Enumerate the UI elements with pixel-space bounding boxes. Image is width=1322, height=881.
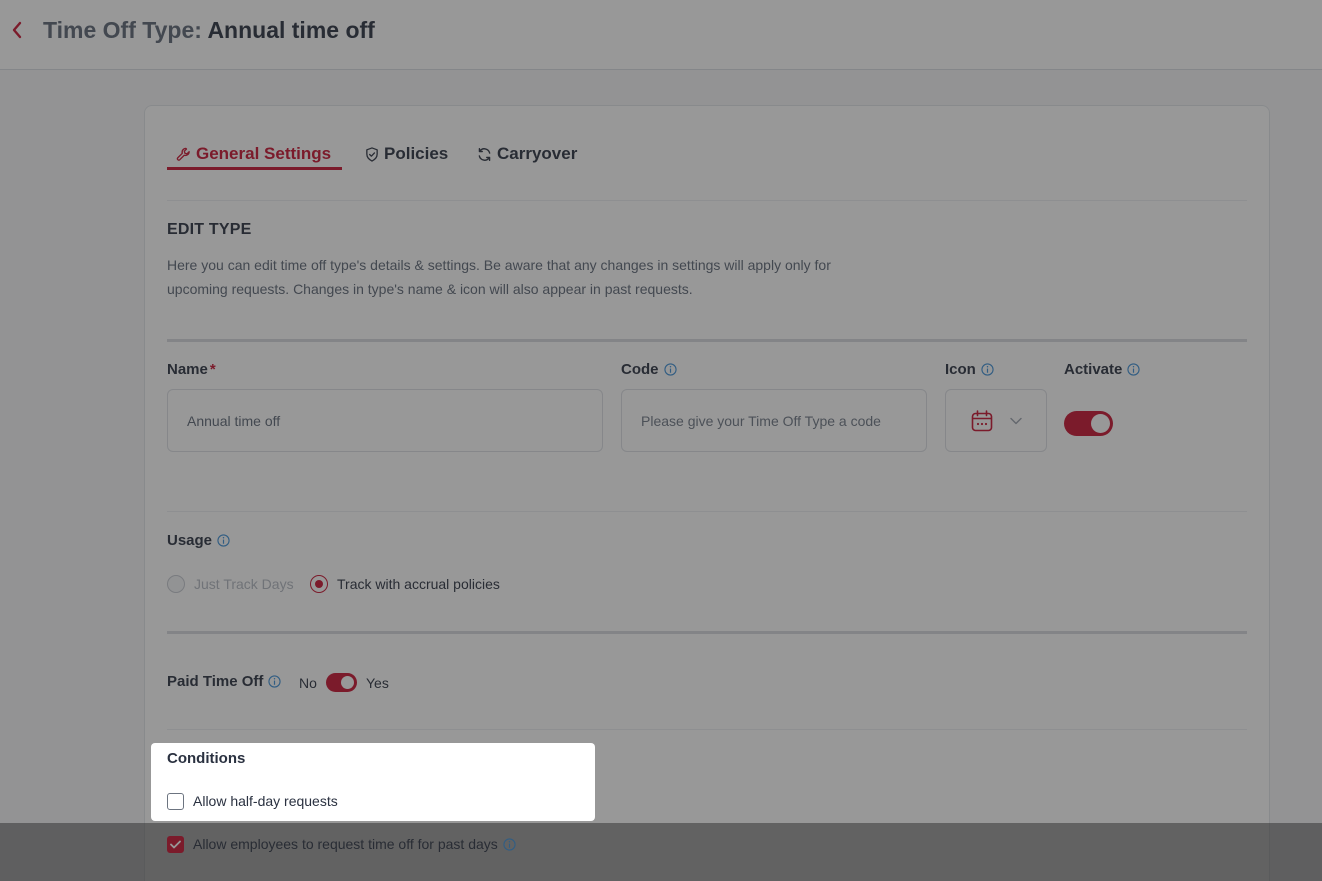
paid-no-label: No xyxy=(299,675,317,691)
toggle-knob xyxy=(341,676,354,689)
name-input-wrapper xyxy=(167,389,603,452)
paid-time-off-label-text: Paid Time Off xyxy=(167,673,264,690)
conditions-title: Conditions xyxy=(167,750,246,767)
tab-policies-label: Policies xyxy=(384,144,449,163)
name-input[interactable] xyxy=(187,412,602,429)
shield-check-icon xyxy=(366,146,378,162)
refresh-icon xyxy=(478,147,491,161)
code-label-text: Code xyxy=(621,361,659,378)
condition-half-day[interactable]: Allow half-day requests xyxy=(167,791,338,811)
activate-toggle[interactable] xyxy=(1064,411,1113,436)
checkbox-label: Allow employees to request time off for … xyxy=(193,836,498,852)
back-button[interactable] xyxy=(8,18,26,42)
icon-select[interactable] xyxy=(945,389,1047,452)
divider xyxy=(167,511,1247,512)
icon-label-text: Icon xyxy=(945,361,976,378)
radio-label: Just Track Days xyxy=(194,576,294,592)
page-header: Time Off Type: Annual time off xyxy=(0,0,1322,70)
page-title-name: Annual time off xyxy=(207,17,375,43)
tab-general-settings[interactable]: General Settings xyxy=(176,138,331,170)
section-divider xyxy=(167,631,1247,634)
radio-label: Track with accrual policies xyxy=(337,576,500,592)
edit-type-title: EDIT TYPE xyxy=(167,221,252,238)
radio-button[interactable] xyxy=(167,575,185,593)
activate-label: Activate xyxy=(1064,361,1140,378)
info-icon[interactable] xyxy=(981,363,994,376)
info-icon[interactable] xyxy=(268,675,282,688)
page-title-prefix: Time Off Type: xyxy=(43,17,202,43)
condition-past-days[interactable]: Allow employees to request time off for … xyxy=(167,834,516,854)
section-divider xyxy=(167,339,1247,342)
checkbox-label: Allow half-day requests xyxy=(193,793,338,809)
active-tab-indicator xyxy=(167,167,342,170)
usage-option-just-track-days[interactable]: Just Track Days xyxy=(167,573,294,595)
tab-carryover[interactable]: Carryover xyxy=(477,138,577,170)
checkbox[interactable] xyxy=(167,792,184,810)
usage-label: Usage xyxy=(167,532,230,549)
page-title: Time Off Type: Annual time off xyxy=(43,14,375,46)
icon-label: Icon xyxy=(945,361,994,378)
activate-label-text: Activate xyxy=(1064,361,1123,378)
edit-type-description: Here you can edit time off type's detail… xyxy=(167,257,831,297)
info-icon[interactable] xyxy=(217,534,230,547)
check-icon xyxy=(170,840,181,848)
code-label: Code xyxy=(621,361,677,378)
info-icon[interactable] xyxy=(503,837,516,851)
tab-carryover-label: Carryover xyxy=(497,144,578,163)
required-marker: * xyxy=(209,361,216,378)
usage-option-track-accrual[interactable]: Track with accrual policies xyxy=(310,573,500,595)
usage-label-text: Usage xyxy=(167,532,213,549)
divider xyxy=(167,200,1247,201)
radio-button[interactable] xyxy=(310,575,328,593)
code-input[interactable] xyxy=(641,412,926,429)
info-icon[interactable] xyxy=(663,363,677,376)
chevron-down-icon xyxy=(1010,417,1022,424)
paid-time-off-label: Paid Time Off xyxy=(167,673,282,690)
tab-general-settings-label: General Settings xyxy=(196,144,332,163)
info-icon[interactable] xyxy=(1127,363,1140,376)
divider xyxy=(167,729,1247,730)
name-label-text: Name xyxy=(167,361,208,378)
paid-yes-label: Yes xyxy=(366,675,389,691)
checkbox[interactable] xyxy=(167,835,184,853)
code-input-wrapper xyxy=(621,389,927,452)
paid-time-off-toggle[interactable] xyxy=(326,673,357,692)
tab-policies[interactable]: Policies xyxy=(365,138,448,170)
toggle-knob xyxy=(1091,414,1110,433)
name-label: Name * xyxy=(167,361,216,378)
calendar-icon xyxy=(971,409,993,431)
wrench-icon xyxy=(176,147,190,161)
chevron-left-icon xyxy=(12,21,22,39)
